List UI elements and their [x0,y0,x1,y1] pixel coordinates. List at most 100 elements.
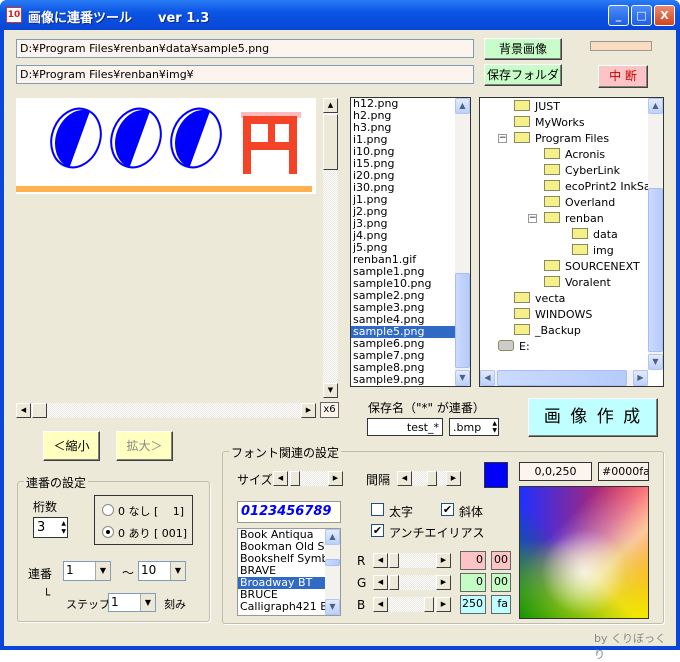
font-list-scrollbar[interactable]: ▲ ▼ [325,529,340,615]
save-name-label: 保存名（"*" が連番） [368,401,485,415]
background-image-path-field[interactable]: D:¥Program Files¥renban¥data¥sample5.png [16,39,474,58]
digits-spinner[interactable]: 3 ▲ ▼ [33,517,68,538]
b-hex-value[interactable]: fa [491,595,511,614]
collapse-icon[interactable]: − [528,214,537,223]
tree-item[interactable]: data [572,228,618,242]
extension-spinner[interactable]: .bmp ▲ ▼ [449,418,499,436]
spinner-arrows-icon[interactable]: ▲ ▼ [492,420,497,434]
create-images-button[interactable]: 画 像 作 成 [528,398,658,437]
abort-button[interactable]: 中 断 [598,65,648,88]
tree-item[interactable]: Program Files − [498,132,609,146]
zero-pad-label: 0 あり [ 001] [118,527,188,540]
zero-padding-options: 0 なし [ 1] 0 あり [ 001] [94,495,193,545]
folder-tree[interactable]: JUST MyWorks Program Files − Acronis CyberLin… [479,97,664,387]
font-sample: 0123456789 [237,501,341,523]
app-icon: 10 [6,7,22,23]
chevron-down-icon[interactable]: ▼ [140,594,155,611]
tree-item[interactable]: E: [498,340,530,354]
tree-item[interactable]: WINDOWS [514,308,592,322]
enlarge-button[interactable]: 拡大＞ [116,431,173,461]
size-slider[interactable]: ◀ ▶ [273,471,343,486]
font-list[interactable]: Book Antiqua Bookman Old St Bookshelf Symb… [237,528,341,616]
font-list-item[interactable]: Calligraph421 BT [238,601,335,613]
bold-label: 太字 [389,505,414,519]
folder-tree-horizontal-scrollbar[interactable]: ◀ ▶ [480,370,648,386]
r-value[interactable]: 0 [460,551,486,570]
minimize-button[interactable]: _ [608,5,629,26]
shrink-button[interactable]: ＜縮小 [43,431,100,461]
spinner-arrows-icon[interactable]: ▲ ▼ [61,520,66,536]
tree-item-label: MyWorks [535,116,585,129]
sequence-to-select[interactable]: 10 ▼ [138,561,186,581]
tree-item[interactable]: renban − [528,212,604,226]
tree-item[interactable]: CyberLink [544,164,620,178]
tree-item-label: SOURCENEXT [565,260,640,273]
folder-icon [544,196,560,207]
tree-item[interactable]: Acronis [544,148,605,162]
tree-item[interactable]: Overland [544,196,615,210]
tree-item-label: ecoPrint2 InkSave [565,180,648,193]
preview-vertical-scrollbar[interactable]: ▲ ▼ [323,98,338,398]
folder-icon [514,100,530,111]
folder-tree-vertical-scrollbar[interactable]: ▲ ▼ [648,98,663,370]
main-panel: D:¥Program Files¥renban¥data¥sample5.png… [4,30,676,661]
tree-item-label: CyberLink [565,164,620,177]
italic-checkbox[interactable]: ✔ [441,503,454,516]
tree-item-label: _Backup [535,324,581,337]
color-picker[interactable] [519,486,649,619]
folder-icon [572,244,588,255]
zero-pad-radio[interactable] [102,526,114,538]
r-slider[interactable]: ◀ ▶ [373,553,451,568]
step-select[interactable]: 1 ▼ [108,593,156,612]
r-hex-value[interactable]: 00 [491,551,511,570]
maximize-button[interactable]: □ [631,5,652,26]
background-image-button[interactable]: 背景画像 [484,38,562,60]
step-label: ステップ [66,598,110,611]
zoom-level-label: x6 [320,402,339,418]
folder-icon [544,164,560,175]
spacing-slider[interactable]: ◀ ▶ [397,471,461,486]
tree-item[interactable]: MyWorks [514,116,585,130]
tree-item[interactable]: vecta [514,292,565,306]
tree-item[interactable]: img [572,244,614,258]
file-list[interactable]: h12.png h2.png h3.png i1.png i10.png i15.png i… [350,97,471,387]
no-zero-radio[interactable] [102,504,114,516]
credit-text: by くりぼっくり [594,632,666,661]
g-slider[interactable]: ◀ ▶ [373,575,451,590]
collapse-icon[interactable]: − [498,134,507,143]
b-label: B [357,598,366,612]
step-corner: └ [43,588,51,602]
folder-icon [514,308,530,319]
g-value[interactable]: 0 [460,573,486,592]
b-value[interactable]: 250 [460,595,486,614]
save-folder-button[interactable]: 保存フォルダ [484,64,562,86]
tree-item[interactable]: Voralent [544,276,611,290]
tree-item[interactable]: _Backup [514,324,581,338]
close-button[interactable]: X [654,5,675,26]
file-list-scrollbar[interactable]: ▲ ▼ [455,98,470,386]
file-list-item[interactable]: sample9.png [351,374,455,386]
folder-icon [514,292,530,303]
sequence-label: 連番 [28,567,53,581]
sequence-settings-group: 連番の設定 桁数 3 ▲ ▼ 0 なし [ 1] 0 あり [ 001] 連番 1 ▼… [17,474,210,622]
preview-horizontal-scrollbar[interactable]: ◀ ▶ [16,403,316,418]
folder-open-icon [572,228,588,239]
tree-item[interactable]: ecoPrint2 InkSave [544,180,648,194]
save-folder-path-field[interactable]: D:¥Program Files¥renban¥img¥ [16,65,474,84]
from-value: 1 [66,563,74,577]
antialias-checkbox[interactable]: ✔ [371,524,384,537]
tree-item[interactable]: SOURCENEXT [544,260,640,274]
sequence-from-select[interactable]: 1 ▼ [63,561,111,581]
extension-value: .bmp [453,421,482,434]
tree-item-label: data [593,228,618,241]
chevron-down-icon[interactable]: ▼ [95,562,110,580]
italic-label: 斜体 [459,505,484,519]
b-slider[interactable]: ◀ ▶ [373,597,451,612]
chevron-down-icon[interactable]: ▼ [170,562,185,580]
folder-icon [544,180,560,191]
g-hex-value[interactable]: 00 [491,573,511,592]
tree-item[interactable]: JUST [514,100,560,114]
save-name-input[interactable]: test_* [367,418,443,436]
bold-checkbox[interactable] [371,503,384,516]
rgb-text: 0,0,250 [519,462,592,481]
